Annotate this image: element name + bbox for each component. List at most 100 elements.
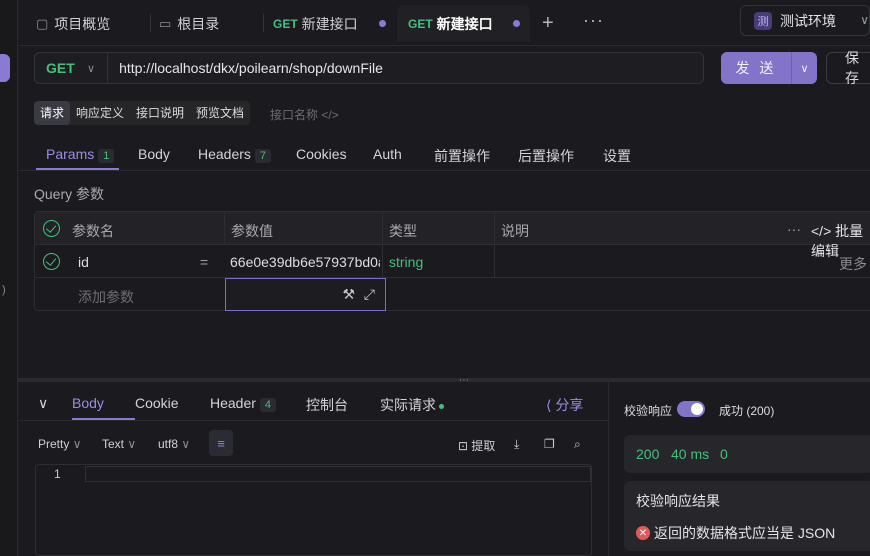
format-select[interactable]: Pretty ∨ bbox=[38, 437, 81, 451]
tab-cookies[interactable]: Cookies bbox=[296, 146, 347, 162]
tab-method: GET bbox=[273, 16, 298, 31]
tab-label: Body bbox=[138, 146, 170, 162]
expand-icon[interactable]: ⤢ bbox=[364, 286, 375, 303]
url-bar: GET ∨ http://localhost/dkx/poilearn/shop… bbox=[34, 52, 704, 84]
tab-label: 实际请求 bbox=[380, 397, 436, 413]
tab-label: Cookies bbox=[296, 146, 347, 162]
request-subtabs: Params 1 Body Headers 7 Cookies Auth 前置操作 … bbox=[18, 140, 870, 172]
tab-label: 新建接口 bbox=[436, 15, 493, 32]
error-icon: ✕ bbox=[636, 526, 650, 540]
validation-error: ✕ 返回的数据格式应当是 JSON bbox=[636, 523, 835, 543]
add-param-input[interactable]: 添加参数 bbox=[78, 287, 134, 307]
segment-preview-doc[interactable]: 预览文档 bbox=[190, 101, 250, 125]
tab-label: Headers bbox=[198, 146, 251, 162]
verify-response-toggle[interactable] bbox=[677, 401, 705, 417]
send-label: 发 送 bbox=[735, 60, 777, 76]
encoding-select[interactable]: utf8 ∨ bbox=[158, 437, 190, 451]
header-param-value: 参数值 bbox=[231, 223, 273, 239]
method-select[interactable]: GET bbox=[35, 60, 75, 76]
add-tab-icon[interactable]: + bbox=[542, 12, 554, 35]
header-type: 类型 bbox=[389, 223, 417, 239]
tab-actual-request[interactable]: 实际请求 bbox=[380, 395, 444, 415]
param-type-cell[interactable]: string bbox=[389, 254, 423, 270]
status-dot-icon bbox=[439, 403, 444, 409]
share-icon: ⟨ bbox=[546, 397, 552, 413]
tab-response-cookie[interactable]: Cookie bbox=[135, 395, 179, 411]
save-label: 保 存 bbox=[845, 50, 865, 86]
chevron-down-icon[interactable]: ∨ bbox=[791, 52, 817, 84]
tab-label: Header bbox=[210, 395, 256, 411]
segment-api-desc[interactable]: 接口说明 bbox=[130, 101, 190, 125]
header-param-name: 参数名 bbox=[72, 223, 114, 239]
sidebar-active-indicator[interactable] bbox=[0, 54, 10, 82]
extract-button[interactable]: ⊡ 提取 bbox=[458, 437, 495, 454]
segment-request[interactable]: 请求 bbox=[34, 101, 71, 125]
count-badge: 1 bbox=[98, 149, 115, 163]
env-badge: 测 bbox=[754, 11, 772, 30]
chevron-down-icon: ∨ bbox=[127, 437, 137, 451]
tab-bar: ▢ 项目概览 ▭ 根目录 GET 新建接口 GET 新建接口 + ··· 测 测… bbox=[18, 0, 870, 46]
table-row: id = 66e0e39db6e57937bd0a string 更多 bbox=[35, 245, 870, 278]
tab-params[interactable]: Params 1 bbox=[46, 146, 115, 163]
more-icon[interactable]: ··· bbox=[583, 10, 604, 31]
tab-label: 设置 bbox=[603, 148, 631, 164]
tab-label: Params bbox=[46, 146, 95, 162]
row-more-button[interactable]: 更多 bbox=[839, 254, 867, 274]
collapse-chevron-icon[interactable]: ∨ bbox=[38, 395, 48, 412]
tab-post-ops[interactable]: 后置操作 bbox=[518, 146, 574, 166]
response-body-editor[interactable]: 1 bbox=[35, 464, 592, 556]
magic-wand-icon[interactable]: ⚒ bbox=[342, 286, 355, 303]
add-param-row: 添加参数 ⚒ ⤢ bbox=[35, 278, 870, 311]
chevron-down-icon: ∨ bbox=[181, 437, 191, 451]
copy-icon[interactable]: ❐ bbox=[544, 437, 555, 451]
unsaved-dot-icon bbox=[513, 20, 520, 27]
status-code: 200 bbox=[636, 446, 660, 462]
chevron-down-icon: ∨ bbox=[860, 13, 869, 27]
tab-new-api-2[interactable]: GET 新建接口 bbox=[397, 5, 530, 42]
tab-settings[interactable]: 设置 bbox=[603, 146, 631, 166]
tab-label: Body bbox=[72, 395, 104, 411]
response-panel: ∨ Body Cookie Header 4 控制台 实际请求 ⟨ 分享 Pret… bbox=[18, 382, 608, 556]
param-value-cell[interactable]: 66e0e39db6e57937bd0a bbox=[230, 254, 380, 270]
api-name-input[interactable]: 接口名称 </> bbox=[270, 106, 339, 123]
equals-sign: = bbox=[200, 254, 209, 270]
tab-response-body[interactable]: Body bbox=[72, 395, 104, 411]
select-all-checkbox[interactable] bbox=[43, 220, 60, 237]
save-button[interactable]: 保 存 bbox=[826, 50, 870, 86]
tab-body[interactable]: Body bbox=[138, 146, 170, 162]
tab-headers[interactable]: Headers 7 bbox=[198, 146, 272, 163]
tab-pre-ops[interactable]: 前置操作 bbox=[434, 146, 490, 166]
wrap-lines-icon[interactable]: ≡ bbox=[209, 430, 233, 456]
tab-root-dir[interactable]: ▭ 根目录 bbox=[159, 5, 259, 42]
header-description: 说明 bbox=[501, 223, 529, 239]
url-input[interactable]: http://localhost/dkx/poilearn/shop/downF… bbox=[108, 60, 383, 76]
view-segment: 请求 响应定义 接口说明 预览文档 bbox=[34, 101, 251, 125]
tab-project-overview[interactable]: ▢ 项目概览 bbox=[36, 5, 154, 42]
environment-select[interactable]: 测 测试环境 ∨ bbox=[740, 5, 870, 36]
param-name-cell[interactable]: id bbox=[78, 254, 89, 270]
current-line-highlight bbox=[85, 466, 591, 482]
share-button[interactable]: ⟨ 分享 bbox=[546, 395, 583, 415]
more-icon[interactable]: ··· bbox=[787, 221, 801, 237]
tab-label: Cookie bbox=[135, 395, 179, 411]
error-message: 返回的数据格式应当是 JSON bbox=[654, 525, 836, 541]
tab-label: 根目录 bbox=[177, 15, 220, 32]
unsaved-dot-icon bbox=[379, 20, 386, 27]
response-status-select[interactable]: 成功 (200) bbox=[719, 402, 774, 419]
table-header: 参数名 参数值 类型 说明 ··· </> 批量编辑 bbox=[35, 212, 870, 259]
type-select[interactable]: Text ∨ bbox=[102, 437, 136, 451]
left-sidebar: ) bbox=[0, 0, 18, 556]
share-label: 分享 bbox=[555, 397, 584, 413]
tab-auth[interactable]: Auth bbox=[373, 146, 402, 162]
param-value-editor[interactable]: ⚒ ⤢ bbox=[225, 278, 386, 311]
search-icon[interactable]: ⌕ bbox=[574, 437, 581, 452]
query-params-label: Query 参数 bbox=[34, 186, 105, 202]
chevron-down-icon: ∨ bbox=[72, 437, 82, 451]
tab-console[interactable]: 控制台 bbox=[306, 395, 348, 415]
send-button[interactable]: 发 送 ∨ bbox=[721, 52, 817, 84]
tab-new-api-1[interactable]: GET 新建接口 bbox=[273, 5, 396, 42]
row-enabled-checkbox[interactable] bbox=[43, 253, 60, 270]
download-icon[interactable]: ⤓ bbox=[514, 437, 519, 452]
tab-response-header[interactable]: Header 4 bbox=[210, 395, 277, 412]
segment-response-def[interactable]: 响应定义 bbox=[70, 101, 130, 125]
